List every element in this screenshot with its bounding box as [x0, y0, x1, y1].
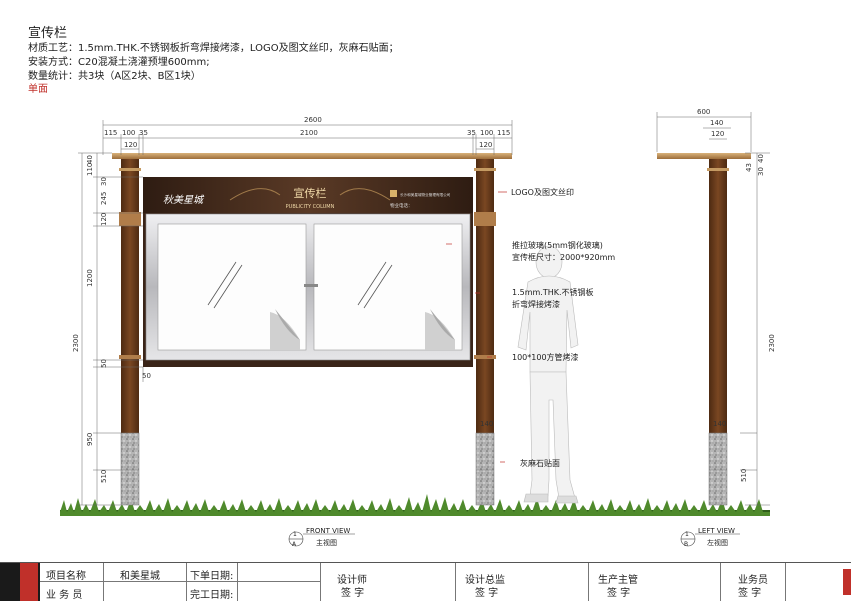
dim-post-left: 120: [124, 141, 138, 149]
front-left-post: [121, 159, 139, 433]
front-view-number: 1: [293, 531, 297, 538]
dim-v-1200: 1200: [86, 269, 94, 287]
panel-company: 长沙和美星城物业管理有限公司: [400, 192, 451, 197]
dim-bottom-50: 50: [142, 372, 151, 380]
front-view-letter: A: [292, 541, 297, 548]
dim-top-1: 115: [104, 129, 118, 137]
left-view-letter: B: [684, 541, 689, 548]
company-logo-icon: [390, 190, 397, 197]
dim-top-6: 100: [480, 129, 494, 137]
front-view-cn: 主视图: [316, 539, 337, 547]
callout-glass-2: 宣传框尺寸：2000*920mm: [512, 253, 616, 262]
dim-v-110: 110: [86, 162, 94, 176]
tb-sales-2: 签 字: [738, 588, 762, 599]
title-block: 项目名称 和美星城 业 务 员 下单日期: 完工日期: 设计师 签 字 设计总监…: [0, 562, 851, 601]
dim-v-950: 950: [86, 432, 94, 446]
panel-logo-text: 秋美星城: [163, 194, 205, 206]
left-view-cn: 左视图: [707, 539, 728, 547]
side-dim-140: 140: [710, 119, 724, 127]
callout-steel-2: 折弯焊接烤漆: [512, 300, 560, 309]
side-dim-600: 600: [697, 108, 711, 116]
callout-stone: 灰麻石贴面: [520, 459, 560, 468]
tb-director-2: 签 字: [475, 588, 499, 599]
side-dim-43: 43: [745, 163, 753, 172]
dim-v-510: 510: [100, 469, 108, 483]
side-dim-40: 40: [757, 154, 765, 163]
front-left-stone-base: [120, 432, 140, 506]
left-view-en: LEFT VIEW: [698, 527, 735, 535]
dim-top-7: 115: [497, 129, 511, 137]
tb-project-value: 和美星城: [120, 571, 160, 582]
side-dim-510: 510: [740, 468, 748, 482]
dim-v-30: 30: [100, 177, 108, 186]
panel-title-en: PUBLICITY COLUMN: [286, 204, 335, 210]
side-post: [709, 159, 727, 433]
title-block-black-bar: [0, 563, 20, 601]
ground-grass: [60, 494, 770, 516]
dim-top-4: 2100: [300, 129, 318, 137]
tb-finish-date: 完工日期:: [190, 590, 234, 601]
callout-logo: LOGO及图文丝印: [511, 188, 574, 197]
panel-title-cn: 宣传栏: [294, 186, 327, 200]
side-dim-total: 2300: [768, 334, 776, 352]
callout-glass-1: 推拉玻璃(5mm钢化玻璃): [512, 241, 603, 250]
side-top-beam: [657, 153, 751, 159]
dim-top-2: 100: [122, 129, 136, 137]
side-stone-base: [708, 432, 728, 506]
side-dim-30: 30: [757, 167, 765, 176]
side-dim-base-140: 140: [713, 420, 727, 428]
dim-total-width: 2600: [304, 116, 322, 124]
dim-v-50: 50: [100, 359, 108, 368]
left-view-number: 1: [685, 531, 689, 538]
side-dim-120: 120: [711, 130, 725, 138]
dim-v-120: 120: [100, 212, 108, 226]
dim-v-total: 2300: [72, 334, 80, 352]
callout-steel-1: 1.5mm.THK.不锈钢板: [512, 288, 594, 297]
dim-top-5: 35: [467, 129, 476, 137]
callout-tube: 100*100方管烤漆: [512, 353, 579, 362]
dim-v-245: 245: [100, 191, 108, 205]
tb-designer-2: 签 字: [341, 588, 365, 599]
front-view-en: FRONT VIEW: [306, 527, 351, 535]
tb-project-label: 项目名称: [46, 571, 86, 582]
front-right-stone-base: [475, 432, 495, 506]
tb-order-date: 下单日期:: [190, 571, 234, 582]
view-marker-circles: [288, 531, 740, 547]
elevation-drawing: 秋美星城 宣传栏 PUBLICITY COLUMN 长沙和美星城物业管理有限公司…: [60, 112, 770, 547]
panel-phone: 物业电话：: [390, 202, 413, 209]
tb-production-2: 签 字: [607, 588, 631, 599]
tb-staff-label: 业 务 员: [46, 590, 83, 601]
front-top-beam: [112, 153, 512, 159]
dim-base-140: 140: [480, 420, 494, 428]
front-right-post: [476, 159, 494, 433]
title-block-red-bar: [20, 563, 38, 601]
dim-post-right: 120: [479, 141, 493, 149]
dim-top-3: 35: [139, 129, 148, 137]
